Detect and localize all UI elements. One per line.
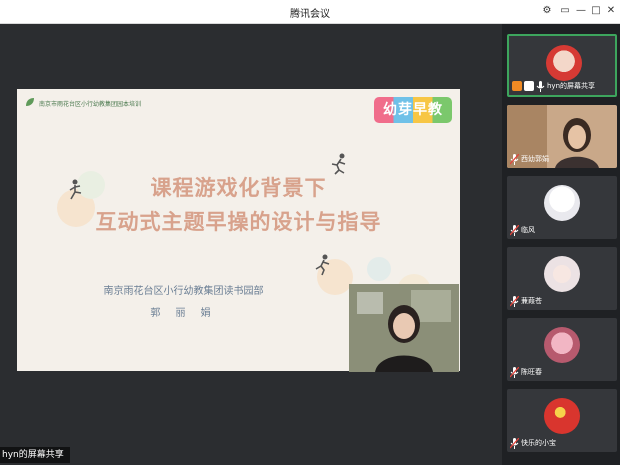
participant-tile[interactable]: 陈旺春 [507, 318, 617, 381]
slide-title-line1: 课程游戏化背景下 [150, 176, 327, 200]
presenter-figure [349, 284, 459, 372]
leaf-icon [26, 98, 34, 106]
participant-namebar: hyn的屏幕共享 [512, 80, 595, 92]
red-cartoon-avatar-icon [546, 45, 582, 81]
settings-icon[interactable]: ⚙ [539, 3, 555, 19]
flag-avatar-icon [544, 398, 580, 434]
runner-figure-icon [315, 254, 330, 276]
minimize-button[interactable]: — [573, 3, 589, 19]
presenter-video[interactable] [349, 284, 459, 372]
participant-tile[interactable]: 蒹葭苍 [507, 247, 617, 310]
flower-avatar-icon [544, 256, 580, 292]
participant-tile[interactable]: 快乐的小宝 [507, 389, 617, 452]
pink-avatar-icon [544, 327, 580, 363]
participant-name: 蒹葭苍 [521, 297, 542, 305]
mic-muted-icon [510, 224, 519, 236]
participant-namebar: 蒹葭苍 [510, 295, 542, 307]
meeting-window: 腾讯会议 ⚙ ▭ — □ ✕ 南京市雨花台区小行幼教集团园本培训 幼芽早教 课程… [0, 0, 620, 465]
participant-name: 临风 [521, 226, 535, 234]
mic-muted-icon [510, 437, 519, 449]
cartoon-avatar-icon [544, 185, 580, 221]
title-bar: 腾讯会议 ⚙ ▭ — □ ✕ [0, 0, 620, 24]
mic-muted-icon [510, 295, 519, 307]
mic-muted-icon [510, 153, 519, 165]
participant-name: hyn的屏幕共享 [547, 82, 596, 90]
participant-tile[interactable]: 临风 [507, 176, 617, 239]
slide-header: 南京市雨花台区小行幼教集团园本培训 [39, 101, 142, 108]
mic-muted-icon [510, 366, 519, 378]
participant-name: 西幼郭娟 [521, 155, 549, 163]
participant-tile[interactable]: 西幼郭娟 [507, 105, 617, 168]
participant-tile[interactable]: hyn的屏幕共享 [507, 34, 617, 97]
participant-namebar: 快乐的小宝 [510, 437, 556, 449]
maximize-button[interactable]: □ [588, 3, 604, 19]
participant-namebar: 临风 [510, 224, 535, 236]
close-button[interactable]: ✕ [603, 3, 619, 19]
pin-icon[interactable]: ▭ [557, 3, 573, 19]
slide-title-line2: 互动式主题早操的设计与指导 [95, 210, 382, 234]
participant-namebar: 陈旺春 [510, 366, 542, 378]
participant-name: 陈旺春 [521, 368, 542, 376]
slide-author: 郭 丽 娟 [150, 308, 217, 319]
host-badge-icon [512, 81, 522, 91]
slide-subtitle: 南京雨花台区小行幼教集团读书园部 [103, 286, 264, 297]
brand-logo: 幼芽早教 [374, 97, 452, 123]
participant-name: 快乐的小宝 [521, 439, 556, 447]
screen-share-label: hyn的屏幕共享 [0, 447, 70, 463]
decor-circle [367, 257, 391, 281]
mic-icon [536, 80, 545, 92]
screen-share-icon [524, 81, 534, 91]
window-title: 腾讯会议 [290, 9, 330, 20]
participant-namebar: 西幼郭娟 [510, 153, 549, 165]
